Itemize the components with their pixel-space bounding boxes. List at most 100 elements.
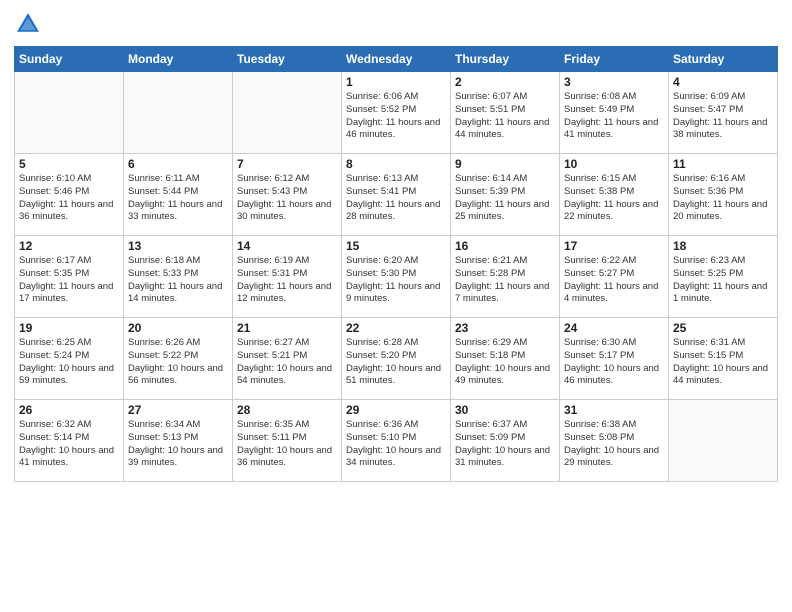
calendar-cell: 28 Sunrise: 6:35 AM Sunset: 5:11 PM Dayli… [233,400,342,482]
day-info: Sunrise: 6:12 AM Sunset: 5:43 PM Dayligh… [237,173,337,224]
calendar-week-1: 1 Sunrise: 6:06 AM Sunset: 5:52 PM Daylig… [15,72,778,154]
day-info: Sunrise: 6:25 AM Sunset: 5:24 PM Dayligh… [19,337,119,388]
calendar-cell: 15 Sunrise: 6:20 AM Sunset: 5:30 PM Dayli… [342,236,451,318]
calendar-cell: 5 Sunrise: 6:10 AM Sunset: 5:46 PM Daylig… [15,154,124,236]
day-number: 4 [673,75,773,89]
day-number: 13 [128,239,228,253]
day-info: Sunrise: 6:27 AM Sunset: 5:21 PM Dayligh… [237,337,337,388]
calendar-cell: 9 Sunrise: 6:14 AM Sunset: 5:39 PM Daylig… [451,154,560,236]
day-number: 14 [237,239,337,253]
day-info: Sunrise: 6:28 AM Sunset: 5:20 PM Dayligh… [346,337,446,388]
day-info: Sunrise: 6:30 AM Sunset: 5:17 PM Dayligh… [564,337,664,388]
day-number: 29 [346,403,446,417]
day-number: 25 [673,321,773,335]
calendar-cell: 6Sunrise: 6:11 AM Sunset: 5:44 PM Daylig… [124,154,233,236]
calendar-week-3: 12 Sunrise: 6:17 AM Sunset: 5:35 PM Dayli… [15,236,778,318]
page: SundayMondayTuesdayWednesdayThursdayFrid… [0,0,792,612]
day-info: Sunrise: 6:29 AM Sunset: 5:18 PM Dayligh… [455,337,555,388]
calendar-cell: 26Sunrise: 6:32 AM Sunset: 5:14 PM Dayli… [15,400,124,482]
day-info: Sunrise: 6:20 AM Sunset: 5:30 PM Dayligh… [346,255,446,306]
day-number: 2 [455,75,555,89]
calendar-cell [124,72,233,154]
calendar-cell: 23 Sunrise: 6:29 AM Sunset: 5:18 PM Dayli… [451,318,560,400]
day-number: 9 [455,157,555,171]
day-number: 6 [128,157,228,171]
day-header-tuesday: Tuesday [233,47,342,72]
day-number: 27 [128,403,228,417]
day-info: Sunrise: 6:06 AM Sunset: 5:52 PM Dayligh… [346,91,446,142]
day-info: Sunrise: 6:35 AM Sunset: 5:11 PM Dayligh… [237,419,337,470]
day-info: Sunrise: 6:22 AM Sunset: 5:27 PM Dayligh… [564,255,664,306]
day-info: Sunrise: 6:10 AM Sunset: 5:46 PM Dayligh… [19,173,119,224]
day-info: Sunrise: 6:26 AM Sunset: 5:22 PM Dayligh… [128,337,228,388]
day-number: 18 [673,239,773,253]
day-number: 23 [455,321,555,335]
day-number: 1 [346,75,446,89]
day-info: Sunrise: 6:14 AM Sunset: 5:39 PM Dayligh… [455,173,555,224]
calendar-cell [15,72,124,154]
calendar-body: 1 Sunrise: 6:06 AM Sunset: 5:52 PM Daylig… [15,72,778,482]
calendar-cell [669,400,778,482]
logo-icon [14,10,42,38]
calendar-cell: 16Sunrise: 6:21 AM Sunset: 5:28 PM Dayli… [451,236,560,318]
day-info: Sunrise: 6:37 AM Sunset: 5:09 PM Dayligh… [455,419,555,470]
day-info: Sunrise: 6:32 AM Sunset: 5:14 PM Dayligh… [19,419,119,470]
logo [14,10,46,38]
calendar-cell: 27 Sunrise: 6:34 AM Sunset: 5:13 PM Dayli… [124,400,233,482]
day-info: Sunrise: 6:15 AM Sunset: 5:38 PM Dayligh… [564,173,664,224]
calendar-cell: 12 Sunrise: 6:17 AM Sunset: 5:35 PM Dayli… [15,236,124,318]
day-info: Sunrise: 6:36 AM Sunset: 5:10 PM Dayligh… [346,419,446,470]
calendar-cell: 19 Sunrise: 6:25 AM Sunset: 5:24 PM Dayli… [15,318,124,400]
day-info: Sunrise: 6:07 AM Sunset: 5:51 PM Dayligh… [455,91,555,142]
day-number: 5 [19,157,119,171]
calendar-cell: 31 Sunrise: 6:38 AM Sunset: 5:08 PM Dayli… [560,400,669,482]
day-info: Sunrise: 6:21 AM Sunset: 5:28 PM Dayligh… [455,255,555,306]
day-number: 20 [128,321,228,335]
calendar-header: SundayMondayTuesdayWednesdayThursdayFrid… [15,47,778,72]
calendar-cell: 20 Sunrise: 6:26 AM Sunset: 5:22 PM Dayli… [124,318,233,400]
calendar-cell: 1 Sunrise: 6:06 AM Sunset: 5:52 PM Daylig… [342,72,451,154]
day-header-friday: Friday [560,47,669,72]
day-number: 22 [346,321,446,335]
day-info: Sunrise: 6:38 AM Sunset: 5:08 PM Dayligh… [564,419,664,470]
day-number: 28 [237,403,337,417]
calendar-cell: 30 Sunrise: 6:37 AM Sunset: 5:09 PM Dayli… [451,400,560,482]
day-info: Sunrise: 6:08 AM Sunset: 5:49 PM Dayligh… [564,91,664,142]
calendar-cell: 25 Sunrise: 6:31 AM Sunset: 5:15 PM Dayli… [669,318,778,400]
day-number: 8 [346,157,446,171]
day-number: 3 [564,75,664,89]
day-info: Sunrise: 6:16 AM Sunset: 5:36 PM Dayligh… [673,173,773,224]
day-number: 30 [455,403,555,417]
calendar-week-4: 19 Sunrise: 6:25 AM Sunset: 5:24 PM Dayli… [15,318,778,400]
day-info: Sunrise: 6:31 AM Sunset: 5:15 PM Dayligh… [673,337,773,388]
day-number: 31 [564,403,664,417]
calendar-cell: 4Sunrise: 6:09 AM Sunset: 5:47 PM Daylig… [669,72,778,154]
calendar-cell: 7Sunrise: 6:12 AM Sunset: 5:43 PM Daylig… [233,154,342,236]
day-info: Sunrise: 6:19 AM Sunset: 5:31 PM Dayligh… [237,255,337,306]
day-number: 12 [19,239,119,253]
day-header-wednesday: Wednesday [342,47,451,72]
day-number: 19 [19,321,119,335]
day-number: 17 [564,239,664,253]
day-info: Sunrise: 6:17 AM Sunset: 5:35 PM Dayligh… [19,255,119,306]
calendar-week-2: 5 Sunrise: 6:10 AM Sunset: 5:46 PM Daylig… [15,154,778,236]
calendar-cell: 24 Sunrise: 6:30 AM Sunset: 5:17 PM Dayli… [560,318,669,400]
calendar-week-5: 26Sunrise: 6:32 AM Sunset: 5:14 PM Dayli… [15,400,778,482]
day-header-sunday: Sunday [15,47,124,72]
day-number: 15 [346,239,446,253]
day-header-row: SundayMondayTuesdayWednesdayThursdayFrid… [15,47,778,72]
day-number: 24 [564,321,664,335]
calendar-cell: 22 Sunrise: 6:28 AM Sunset: 5:20 PM Dayli… [342,318,451,400]
day-header-saturday: Saturday [669,47,778,72]
calendar-cell: 17 Sunrise: 6:22 AM Sunset: 5:27 PM Dayli… [560,236,669,318]
header [14,10,778,38]
calendar-cell: 18Sunrise: 6:23 AM Sunset: 5:25 PM Dayli… [669,236,778,318]
calendar-cell [233,72,342,154]
calendar-cell: 21Sunrise: 6:27 AM Sunset: 5:21 PM Dayli… [233,318,342,400]
day-header-monday: Monday [124,47,233,72]
day-header-thursday: Thursday [451,47,560,72]
day-info: Sunrise: 6:13 AM Sunset: 5:41 PM Dayligh… [346,173,446,224]
day-info: Sunrise: 6:34 AM Sunset: 5:13 PM Dayligh… [128,419,228,470]
calendar-cell: 2 Sunrise: 6:07 AM Sunset: 5:51 PM Daylig… [451,72,560,154]
calendar-cell: 29 Sunrise: 6:36 AM Sunset: 5:10 PM Dayli… [342,400,451,482]
